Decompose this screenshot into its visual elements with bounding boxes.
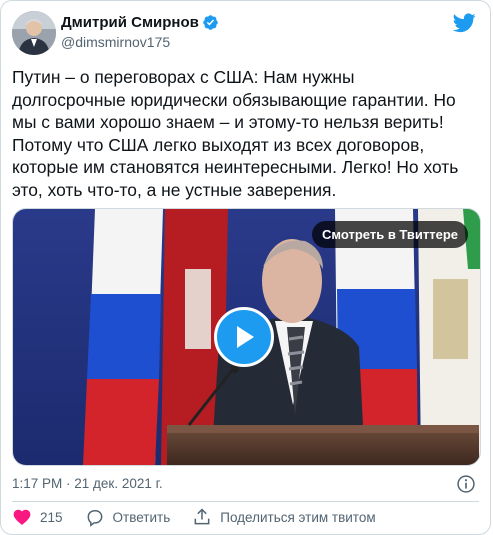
author-name-row: Дмитрий Смирнов	[61, 14, 219, 31]
avatar[interactable]	[12, 11, 56, 55]
share-button[interactable]: Поделиться этим твитом	[192, 507, 376, 527]
tweet-actions: 215 Ответить Поделиться этим твитом	[12, 507, 398, 527]
tweet-text: Путин – о переговорах с США: Нам нужны д…	[12, 67, 459, 200]
share-label: Поделиться этим твитом	[220, 509, 376, 525]
reply-button[interactable]: Ответить	[85, 507, 171, 527]
watch-on-twitter-button[interactable]: Смотреть в Твиттере	[312, 221, 468, 248]
author-name[interactable]: Дмитрий Смирнов	[61, 14, 199, 31]
like-count: 215	[40, 509, 63, 525]
share-icon	[194, 508, 210, 525]
author-handle[interactable]: @dimsmirnov175	[61, 34, 170, 50]
play-icon	[237, 326, 254, 348]
play-button[interactable]	[214, 307, 274, 367]
like-button[interactable]: 215	[12, 507, 63, 527]
twitter-logo-icon[interactable]	[453, 13, 476, 33]
tweet-card: Дмитрий Смирнов @dimsmirnov175 Путин – о…	[0, 0, 491, 535]
heart-icon	[13, 509, 31, 525]
verified-badge-icon	[203, 15, 218, 30]
divider	[12, 501, 479, 502]
info-icon[interactable]	[456, 474, 476, 494]
reply-label: Ответить	[112, 509, 171, 525]
video-player[interactable]: Смотреть в Твиттере	[12, 208, 481, 466]
tweet-timestamp[interactable]: 1:17 PM · 21 дек. 2021 г.	[12, 476, 163, 491]
reply-icon	[87, 510, 102, 527]
